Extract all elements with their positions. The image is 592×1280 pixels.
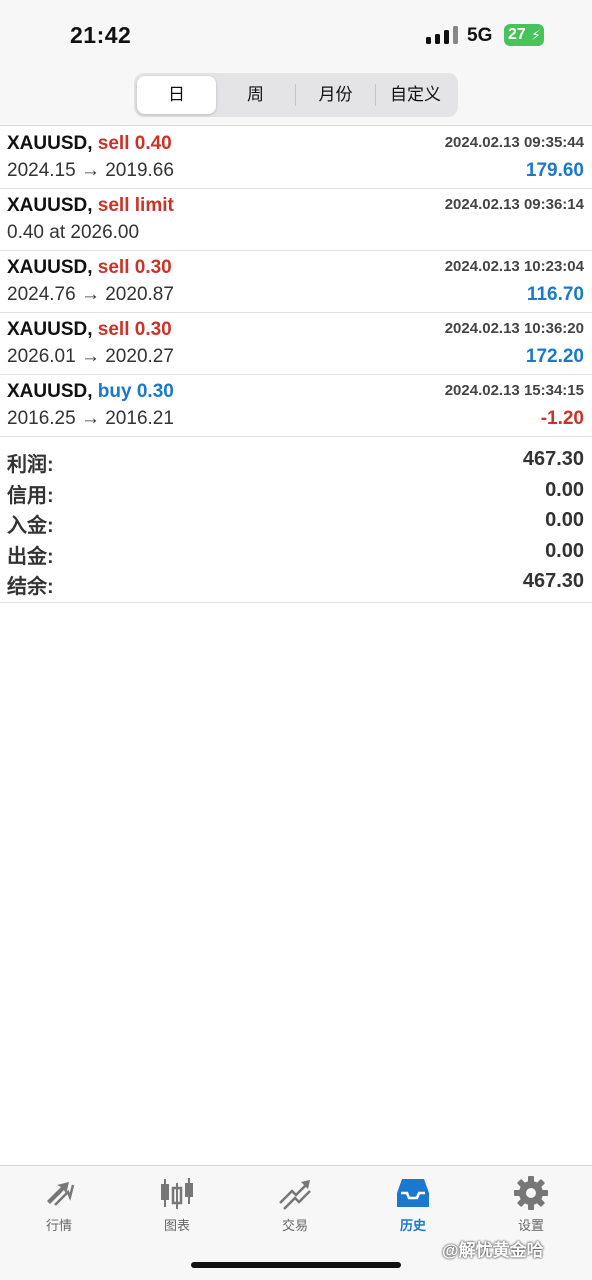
order-symbol: XAUUSD, <box>7 195 93 216</box>
tab-label: 设置 <box>517 1218 544 1233</box>
tab-trade[interactable]: 交易 <box>236 1166 354 1238</box>
order-price: 2016.25 → 2016.21 <box>7 408 174 429</box>
summary-label: 信用: <box>7 484 54 507</box>
order-datetime: 2024.02.13 09:36:14 <box>444 196 584 213</box>
order-datetime: 2024.02.13 10:36:20 <box>444 320 584 337</box>
order-price: 0.40 at 2026.00 <box>7 222 140 243</box>
order-profit: 179.60 <box>525 160 584 181</box>
summary-label: 出金: <box>7 545 54 568</box>
history-row[interactable]: XAUUSD, sell 0.40 2024.02.13 09:35:44 20… <box>0 127 592 189</box>
summary-label: 结余: <box>7 576 54 598</box>
history-row[interactable]: XAUUSD, buy 0.30 2024.02.13 15:34:15 201… <box>0 375 592 437</box>
order-side: sell 0.30 <box>97 257 172 278</box>
order-datetime: 2024.02.13 15:34:15 <box>444 382 584 399</box>
order-price: 2026.01 → 2020.27 <box>7 346 174 367</box>
period-segmented-control: 日 周 月份 自定义 <box>134 73 458 117</box>
history-list: XAUUSD, sell 0.40 2024.02.13 09:35:44 20… <box>0 127 592 437</box>
cellular-signal-icon <box>426 26 458 44</box>
order-price: 2024.76 → 2020.87 <box>7 284 174 305</box>
order-side: sell 0.40 <box>97 133 172 154</box>
quotes-icon <box>47 1182 75 1206</box>
tab-label: 历史 <box>399 1218 426 1233</box>
summary-value: 467.30 <box>522 570 584 592</box>
charging-bolt-icon: ⚡ <box>531 27 541 43</box>
order-profit: 172.20 <box>525 346 584 367</box>
summary-label: 入金: <box>7 515 54 537</box>
segment-day[interactable]: 日 <box>137 76 216 114</box>
order-symbol: XAUUSD, <box>7 133 93 154</box>
settings-icon <box>514 1176 548 1210</box>
order-side: buy 0.30 <box>97 381 174 402</box>
summary-value: 0.00 <box>545 539 584 562</box>
tab-label: 图表 <box>163 1218 190 1233</box>
order-profit: 116.70 <box>526 284 584 305</box>
order-datetime: 2024.02.13 09:35:44 <box>444 134 584 151</box>
segment-week[interactable]: 周 <box>216 76 295 114</box>
summary-value: 0.00 <box>545 478 584 501</box>
order-profit: -1.20 <box>540 408 584 429</box>
tab-history[interactable]: 历史 <box>354 1166 472 1238</box>
trade-icon <box>279 1180 311 1210</box>
segment-month[interactable]: 月份 <box>296 76 375 114</box>
tab-settings[interactable]: 设置 <box>472 1166 590 1238</box>
tab-quotes[interactable]: 行情 <box>0 1166 118 1238</box>
account-summary: 利润: 467.30 信用: 0.00 入金: 0.00 出金: 0.00 结余… <box>0 446 592 603</box>
status-time: 21:42 <box>70 22 132 48</box>
order-symbol: XAUUSD, <box>7 257 93 278</box>
summary-value: 0.00 <box>545 509 584 531</box>
network-type: 5G <box>467 25 493 46</box>
order-symbol: XAUUSD, <box>7 319 93 340</box>
order-symbol: XAUUSD, <box>7 381 93 402</box>
order-side: sell limit <box>97 195 174 216</box>
summary-row-credit: 信用: 0.00 <box>0 477 592 508</box>
period-selector-bar: 日 周 月份 自定义 <box>0 70 592 126</box>
tab-chart[interactable]: 图表 <box>118 1166 236 1238</box>
summary-row-profit: 利润: 467.30 <box>0 446 592 477</box>
summary-label: 利润: <box>7 454 54 476</box>
order-datetime: 2024.02.13 10:23:04 <box>444 258 584 275</box>
status-bar: 21:42 5G 27 ⚡ <box>0 0 592 70</box>
history-row[interactable]: XAUUSD, sell 0.30 2024.02.13 10:23:04 20… <box>0 251 592 313</box>
segment-custom[interactable]: 自定义 <box>376 76 455 114</box>
battery-icon: 27 ⚡ <box>504 24 544 46</box>
summary-value: 467.30 <box>522 448 584 470</box>
battery-level: 27 <box>508 26 526 43</box>
tab-label: 行情 <box>45 1218 72 1233</box>
summary-row-withdrawal: 出金: 0.00 <box>0 538 592 569</box>
order-side: sell 0.30 <box>97 319 172 340</box>
home-indicator[interactable] <box>191 1262 401 1268</box>
summary-row-deposit: 入金: 0.00 <box>0 507 592 538</box>
order-price: 2024.15 → 2019.66 <box>7 160 174 181</box>
watermark: @解忧黄金哈 <box>442 1241 544 1260</box>
summary-row-balance: 结余: 467.30 <box>0 568 592 599</box>
chart-icon <box>161 1178 193 1209</box>
history-row[interactable]: XAUUSD, sell 0.30 2024.02.13 10:36:20 20… <box>0 313 592 375</box>
tab-label: 交易 <box>281 1218 308 1233</box>
history-icon <box>397 1179 429 1207</box>
history-row[interactable]: XAUUSD, sell limit 2024.02.13 09:36:14 0… <box>0 189 592 251</box>
